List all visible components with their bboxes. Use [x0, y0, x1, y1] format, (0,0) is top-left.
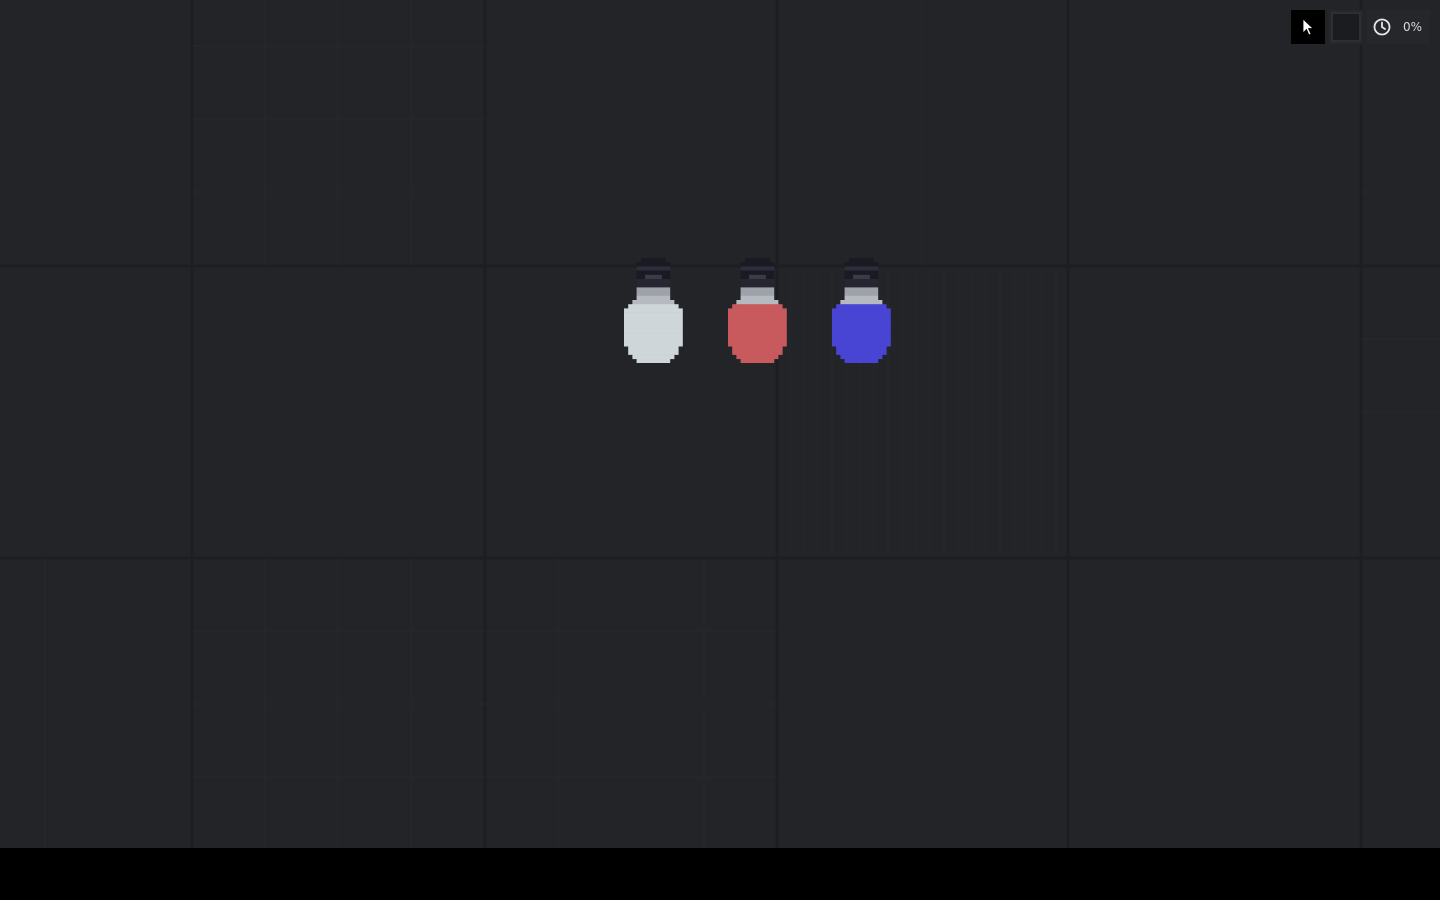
- white-light-bulb[interactable]: [624, 258, 683, 363]
- clock-icon: [1373, 18, 1391, 36]
- color-swatch-icon: [1330, 12, 1361, 42]
- color-swatch-button[interactable]: [1328, 10, 1363, 44]
- red-light-bulb[interactable]: [728, 258, 787, 363]
- pointer-tool-button[interactable]: [1290, 10, 1325, 44]
- time-scale-control[interactable]: 0%: [1366, 10, 1430, 44]
- background-grid: [0, 0, 1440, 848]
- cursor-arrow-icon: [1302, 18, 1314, 36]
- sandbox-canvas[interactable]: 0%: [0, 0, 1440, 848]
- time-scale-value: 0%: [1402, 20, 1422, 34]
- toolbar: 0%: [1290, 10, 1430, 44]
- blue-light-bulb[interactable]: [832, 258, 891, 363]
- bottom-bar: [0, 848, 1440, 900]
